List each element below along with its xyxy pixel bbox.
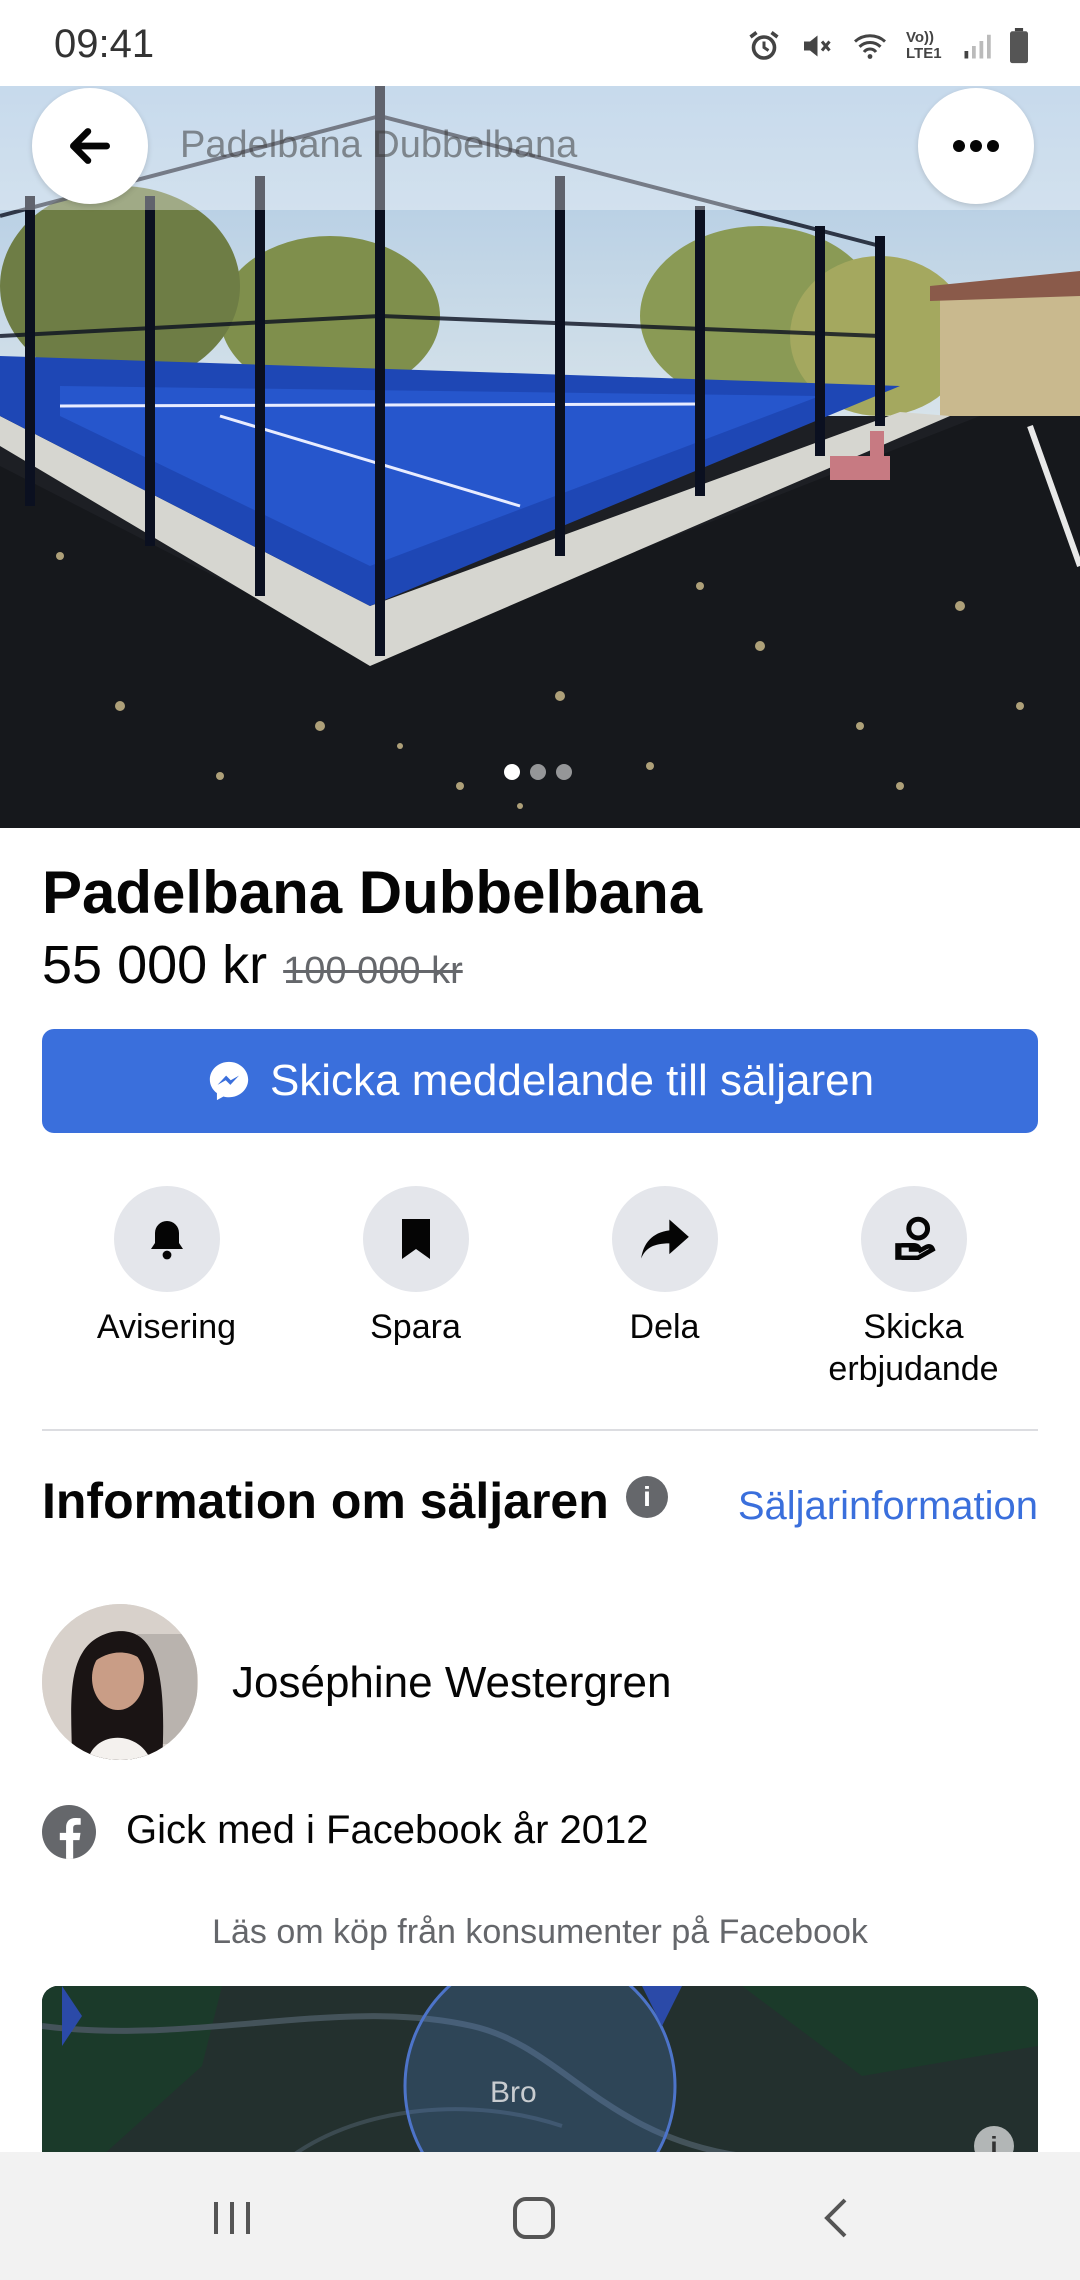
save-action[interactable]: Spara [291,1186,540,1390]
map-graphic [42,1986,1038,2156]
offer-icon [860,1186,967,1292]
location-map[interactable]: Bro i [42,1986,1038,2156]
facebook-icon [42,1805,96,1859]
more-dots-icon [953,140,999,152]
seller-name[interactable]: Joséphine Westergren [232,1658,671,1708]
photo-dot[interactable] [530,764,546,780]
message-seller-label: Skicka meddelande till säljaren [269,1056,875,1105]
messenger-icon [209,1061,249,1101]
system-nav-bar [0,2152,1080,2280]
notify-action[interactable]: Avisering [42,1186,291,1390]
listing-photo[interactable]: Padelbana Dubbelbana [0,86,1080,828]
chevron-left-icon [824,2198,847,2238]
signal-icon [964,34,991,59]
listing-title: Padelbana Dubbelbana [42,859,703,926]
network-label: Vo)) LTE1 [906,29,942,62]
seller-details-link[interactable]: Säljarinformation [700,1480,1038,1532]
home-icon [513,2197,555,2239]
info-icon[interactable]: i [626,1476,668,1518]
bookmark-icon [362,1186,469,1292]
header-title: Padelbana Dubbelbana [180,124,578,166]
photo-dot[interactable] [504,764,520,780]
more-options-button[interactable] [918,88,1034,204]
avatar[interactable] [42,1604,198,1760]
share-action[interactable]: Dela [540,1186,789,1390]
status-bar: 09:41 Vo)) LTE1 [0,0,1080,86]
recent-apps-button[interactable] [202,2188,262,2248]
status-time: 09:41 [54,22,155,66]
mute-icon [804,35,831,57]
action-row: Avisering Spara Dela Skicka erbjudande [42,1186,1038,1390]
alarm-icon [749,31,779,60]
back-button[interactable] [32,88,148,204]
battery-icon [1010,28,1028,64]
share-icon [611,1186,718,1292]
message-seller-button[interactable]: Skicka meddelande till säljaren [42,1029,1038,1133]
photo-dot[interactable] [556,764,572,780]
listing-price: 55 000 kr [42,935,268,995]
send-offer-label: Skicka erbjudande [828,1308,999,1388]
original-price: 100 000 kr [283,950,463,992]
divider [42,1429,1038,1431]
save-label: Spara [370,1308,461,1346]
home-button[interactable] [504,2188,564,2248]
map-place-label: Bro [490,2076,537,2109]
photo-pagination [504,764,572,780]
notify-label: Avisering [96,1308,237,1346]
recent-apps-icon [214,2202,250,2234]
wifi-icon [854,34,886,59]
arrow-left-icon [70,128,110,164]
system-back-button[interactable] [806,2188,866,2248]
status-icons: Vo)) LTE1 [746,28,1030,64]
price-row: 55 000 kr 100 000 kr [42,934,463,996]
avatar-photo [42,1604,198,1760]
send-offer-action[interactable]: Skicka erbjudande [789,1186,1038,1390]
learn-more-link[interactable]: Läs om köp från konsumenter på Facebook [0,1913,1080,1952]
seller-info-heading: Information om säljaren [42,1473,609,1529]
share-label: Dela [629,1308,700,1346]
joined-facebook-text: Gick med i Facebook år 2012 [126,1808,649,1852]
bell-icon [113,1186,220,1292]
